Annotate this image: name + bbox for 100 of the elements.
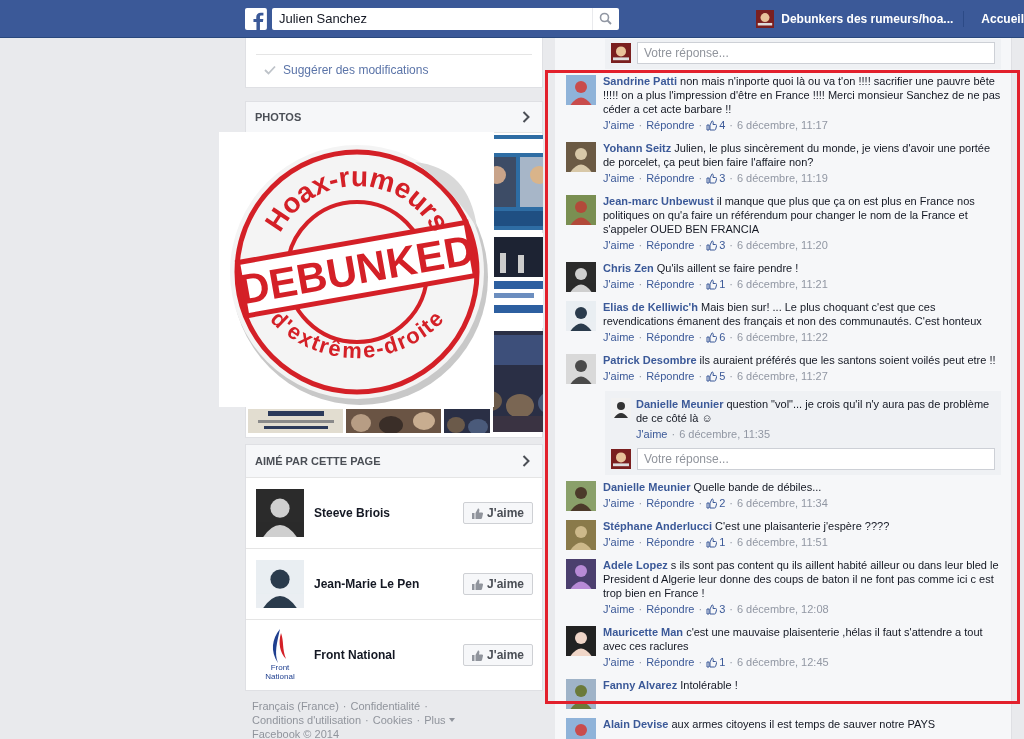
reply-link[interactable]: Répondre (646, 276, 695, 292)
reply-field[interactable]: Votre réponse... (637, 448, 995, 470)
comment-text: Danielle Meunier Quelle bande de débiles... (603, 481, 822, 493)
author-link[interactable]: Alain Devise (603, 718, 669, 730)
like-button[interactable]: J'aime (463, 573, 533, 595)
separator: · (638, 277, 643, 292)
thumb-icon (706, 239, 718, 251)
page-name-link[interactable]: Front National (314, 648, 464, 662)
separator: · (729, 655, 733, 670)
author-link[interactable]: Jean-marc Unbewust (603, 195, 714, 207)
page-name-link[interactable]: Steeve Briois (314, 506, 464, 520)
like-link[interactable]: J'aime (636, 426, 668, 442)
reply-link[interactable]: Répondre (646, 368, 695, 384)
reply-link[interactable]: Répondre (646, 654, 695, 670)
thumb-icon (706, 172, 718, 184)
like-link[interactable]: J'aime (603, 170, 635, 186)
search-button[interactable] (591, 7, 619, 30)
search-field[interactable]: Julien Sanchez (271, 7, 592, 30)
separator: · (729, 535, 733, 550)
reply-link[interactable]: Répondre (646, 117, 695, 133)
author-link[interactable]: Patrick Desombre (603, 354, 697, 366)
page-avatar-icon (611, 449, 631, 469)
comment-text: Elias de Kelliwic'h Mais bien sur! ... Le plus choquant c'est que ces revendications émanent des français et non des communautés. C'est honteux (603, 301, 982, 327)
reply-field[interactable]: Votre réponse... (637, 42, 995, 64)
thumb-icon (706, 119, 718, 131)
page-link[interactable]: Debunkers des rumeurs/hoa... (781, 11, 954, 26)
like-link[interactable]: J'aime (603, 534, 635, 550)
like-link[interactable]: J'aime (603, 329, 635, 345)
separator: · (729, 369, 733, 384)
like-link[interactable]: J'aime (603, 237, 635, 253)
like-count[interactable]: 6 (719, 329, 726, 345)
separator: · (729, 330, 733, 345)
separator: · (638, 118, 643, 133)
separator: · (729, 238, 733, 253)
thumb-icon (472, 578, 484, 590)
separator: · (729, 602, 733, 617)
like-link[interactable]: J'aime (603, 117, 635, 133)
like-count[interactable]: 3 (719, 170, 726, 186)
thumb-icon (472, 507, 484, 519)
like-button[interactable]: J'aime (463, 644, 533, 666)
author-link[interactable]: Adele Lopez (603, 559, 668, 571)
separator: · (638, 655, 643, 670)
separator: · (698, 369, 703, 384)
like-button[interactable]: J'aime (463, 502, 533, 524)
like-count[interactable]: 5 (719, 368, 726, 384)
home-link[interactable]: Accueil (981, 11, 1024, 26)
separator: · (698, 118, 703, 133)
separator: · (698, 496, 703, 511)
like-link[interactable]: J'aime (603, 601, 635, 617)
search-icon (599, 12, 613, 25)
separator: · (698, 602, 703, 617)
like-link[interactable]: J'aime (603, 368, 635, 384)
reply-link[interactable]: Répondre (646, 237, 695, 253)
like-link[interactable]: J'aime (603, 495, 635, 511)
comment-text: Alain Devise aux armes citoyens il est temps de sauver notre PAYS (603, 718, 936, 730)
copyright-text: Facebook © 2014 (252, 727, 340, 739)
comment-text: Jean-marc Unbewust il manque que plus que ça on est plus en France nos politiques on qu'a faire un référendum pour changer le nom de la France et s'appeler OUED BEN FRANCIA (603, 195, 975, 235)
page-name-link[interactable]: Jean-Marie Le Pen (314, 577, 464, 591)
like-count[interactable]: 2 (719, 495, 726, 511)
separator: · (698, 330, 703, 345)
check-icon (264, 65, 276, 75)
separator: · (698, 655, 703, 670)
comment-text: Fanny Alvarez Intolérable ! (603, 679, 738, 691)
separator: · (698, 277, 703, 292)
like-link[interactable]: J'aime (603, 276, 635, 292)
author-link[interactable]: Danielle Meunier (603, 481, 691, 493)
reply-link[interactable]: Répondre (646, 601, 695, 617)
like-count[interactable]: 1 (719, 276, 726, 292)
comment-text: Sandrine Patti non mais n'inporte quoi là ou va t'on !!!! sacrifier une pauvre bête !!!!! on a plus l'impression d'être en France !!!! Merci monsieur Sanchez de ne pas céder a cet acte barbare !! (603, 75, 1001, 115)
comment-text: Mauricette Man c'est une mauvaise plaisenterie ,hélas il faut s'attendre a tout avec ces raclures (603, 626, 983, 652)
section-title: AIMÉ PAR CETTE PAGE (255, 455, 381, 467)
like-count[interactable]: 1 (719, 534, 726, 550)
author-link[interactable]: Sandrine Patti (603, 75, 677, 87)
separator: · (698, 171, 703, 186)
author-link[interactable]: Fanny Alvarez (603, 679, 678, 691)
like-count[interactable]: 1 (719, 654, 726, 670)
author-link[interactable]: Chris Zen (603, 262, 654, 274)
thumb-icon (472, 649, 484, 661)
like-count[interactable]: 3 (719, 601, 726, 617)
separator: · (638, 602, 643, 617)
reply-link[interactable]: Répondre (646, 534, 695, 550)
author-link[interactable]: Danielle Meunier (636, 398, 724, 410)
author-link[interactable]: Elias de Kelliwic'h (603, 301, 698, 313)
author-link[interactable]: Yohann Seitz (603, 142, 672, 154)
like-count[interactable]: 3 (719, 237, 726, 253)
thumb-icon (706, 656, 718, 668)
thumb-icon (706, 331, 718, 343)
like-link[interactable]: J'aime (603, 654, 635, 670)
author-link[interactable]: Stéphane Anderlucci (603, 520, 712, 532)
comment-text: Stéphane Anderlucci C'est une plaisanterie j'espère ???? (603, 520, 890, 532)
separator: · (342, 699, 347, 713)
reply-link[interactable]: Répondre (646, 329, 695, 345)
reply-link[interactable]: Répondre (646, 170, 695, 186)
separator: · (638, 369, 643, 384)
page-avatar-icon (611, 43, 631, 63)
author-link[interactable]: Mauricette Man (603, 626, 684, 638)
like-count[interactable]: 4 (719, 117, 726, 133)
suggest-link[interactable]: Suggérer des modifications (283, 63, 429, 77)
chevron-right-icon (522, 455, 530, 467)
reply-link[interactable]: Répondre (646, 495, 695, 511)
